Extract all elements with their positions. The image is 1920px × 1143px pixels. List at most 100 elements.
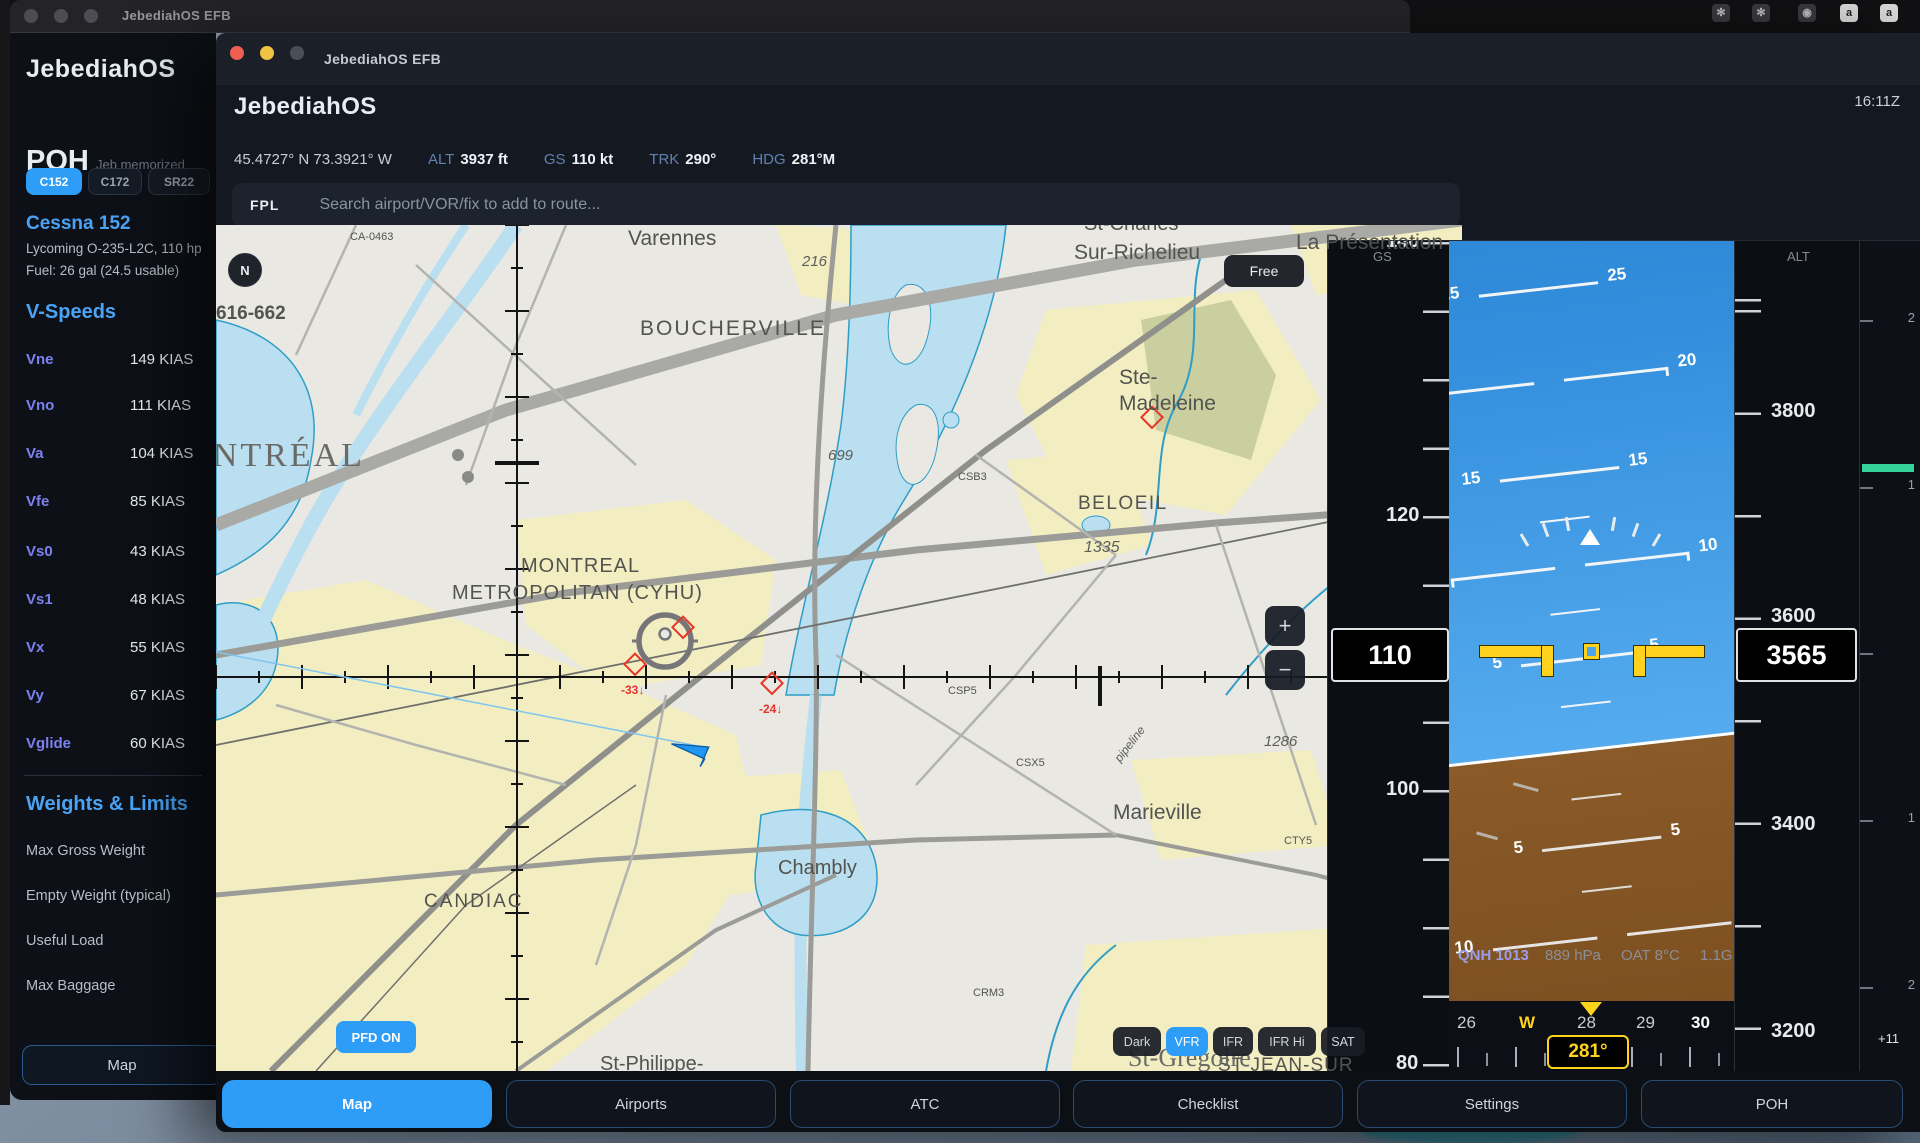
airspeed-tick-label: 80: [1396, 1052, 1418, 1072]
nav-atc[interactable]: ATC: [790, 1080, 1060, 1128]
altitude-tick-label: 3800: [1771, 400, 1816, 423]
vs-readout: +11: [1878, 1031, 1899, 1046]
vspeed-label: Vs1: [26, 591, 53, 608]
tab-sr22[interactable]: SR22: [148, 168, 210, 195]
pfd-toggle-button[interactable]: PFD ON: [336, 1021, 416, 1053]
map-label: Chambly: [778, 857, 857, 880]
oat: OAT 8°C: [1621, 947, 1680, 964]
nav-poh[interactable]: POH: [1641, 1080, 1903, 1128]
aircraft-name: Cessna 152: [26, 213, 131, 235]
alt-label: ALT: [1787, 249, 1810, 264]
map-waypoint: CSB3: [958, 471, 987, 483]
map-label: St-Charles: [1084, 225, 1178, 236]
map-elevation: 1286: [1264, 733, 1297, 750]
heading-readout: HDG281°M: [752, 151, 835, 168]
bank-pointer-icon: [1580, 529, 1600, 545]
map-style-ifr-hi[interactable]: IFR Hi: [1258, 1027, 1316, 1056]
map-style-ifr[interactable]: IFR: [1213, 1027, 1253, 1056]
vspeed-value: 85 KIAS: [130, 493, 185, 510]
map-waypoint: CRM3: [973, 987, 1004, 999]
vspeeds-heading: V-Speeds: [26, 301, 116, 324]
nav-airports[interactable]: Airports: [506, 1080, 776, 1128]
zulu-clock: 16:11Z: [1854, 93, 1900, 110]
app-title: JebediahOS: [234, 93, 377, 121]
north-up-button[interactable]: N: [228, 253, 262, 287]
browser-tab-icon[interactable]: ✻: [1752, 4, 1770, 22]
groundspeed-readout: GS110 kt: [544, 151, 613, 168]
map-style-dark[interactable]: Dark: [1113, 1027, 1161, 1056]
map-label: St-Philippe-: [600, 1053, 703, 1071]
minimize-icon[interactable]: [260, 46, 274, 60]
sidebar-map-button[interactable]: Map: [22, 1045, 216, 1085]
map-elevation: 699: [828, 447, 853, 464]
flight-plan-bar: FPL: [232, 183, 1460, 227]
map-label: La Présentation: [1296, 231, 1443, 255]
vspeed-label: Vs0: [26, 543, 53, 560]
browser-tab-icon[interactable]: a: [1880, 4, 1898, 22]
minimize-icon[interactable]: [54, 9, 68, 23]
weight-row: Max Gross Weight: [26, 843, 145, 859]
fpl-label: FPL: [250, 197, 279, 213]
close-icon[interactable]: [230, 46, 244, 60]
gray-dots: [452, 449, 474, 483]
map-label: Sur-Richelieu: [1074, 241, 1200, 265]
vertical-speed-tape: 2 1 1 2 +11: [1859, 241, 1920, 1072]
map-label: Marieville: [1113, 801, 1202, 825]
vspeed-value: 60 KIAS: [130, 735, 185, 752]
altitude-readout: 3565: [1736, 628, 1857, 682]
map-label: METROPOLITAN (CYHU): [452, 582, 703, 605]
map-label: BELOEIL: [1078, 493, 1168, 515]
tab-c172[interactable]: C172: [88, 168, 142, 195]
weight-row: Max Baggage: [26, 978, 115, 994]
heading-strip: 26 W 28 29 30 281°: [1449, 1001, 1734, 1072]
zoom-in-button[interactable]: +: [1265, 606, 1305, 646]
map-style-sat[interactable]: SAT: [1321, 1027, 1365, 1056]
aircraft-wing-right-leg: [1634, 646, 1645, 676]
pressure-hpa: 889 hPa: [1545, 947, 1601, 964]
background-window-title: JebediahOS EFB: [122, 8, 231, 23]
zoom-icon[interactable]: [290, 46, 304, 60]
tab-c152[interactable]: C152: [26, 168, 82, 195]
zoom-out-button[interactable]: −: [1265, 650, 1305, 690]
browser-tab-icon[interactable]: a: [1840, 4, 1858, 22]
map-label: Ste-Madeleine: [1119, 365, 1229, 418]
airspeed-readout: 110: [1331, 628, 1449, 682]
coordinates: 45.4727° N 73.3921° W: [234, 151, 392, 168]
vfr-chart-graphics: [216, 225, 1462, 1071]
desktop: JebediahOS EFB ✻ ✻ ◉ a a JebediahOS POH …: [0, 0, 1920, 1143]
map-style-vfr[interactable]: VFR: [1166, 1027, 1208, 1056]
aircraft-fuel: Fuel: 26 gal (24.5 usable): [26, 263, 216, 278]
background-window-titlebar[interactable]: JebediahOS EFB: [10, 0, 1410, 33]
airspeed-tick-label: 100: [1386, 778, 1419, 801]
nav-settings[interactable]: Settings: [1357, 1080, 1627, 1128]
aircraft-engine: Lycoming O-235-L2C, 110 hp: [26, 241, 216, 256]
background-terminal-window[interactable]: [0, 0, 10, 1105]
vspeed-value: 67 KIAS: [130, 687, 185, 704]
vfr-moving-map[interactable]: Varennes St-Charles Sur-Richelieu La Pré…: [216, 225, 1462, 1071]
airspeed-tick-label: 120: [1386, 504, 1419, 527]
zoom-icon[interactable]: [84, 9, 98, 23]
browser-tab-icon[interactable]: ✻: [1712, 4, 1730, 22]
close-icon[interactable]: [24, 9, 38, 23]
altitude-readout: ALT3937 ft: [428, 151, 508, 168]
route-search-input[interactable]: [317, 195, 1317, 215]
sky: [1449, 241, 1734, 801]
free-mode-button[interactable]: Free: [1224, 255, 1304, 287]
map-elevation: 1335: [1084, 539, 1120, 557]
vspeed-label: Va: [26, 445, 44, 462]
nav-map[interactable]: Map: [222, 1080, 492, 1128]
aircraft-center-icon: [1584, 644, 1599, 659]
vspeed-value: 55 KIAS: [130, 639, 185, 656]
traffic-label: -24↓: [759, 702, 782, 716]
heading-tick-label: W: [1519, 1013, 1535, 1033]
window-titlebar[interactable]: JebediahOS EFB: [216, 33, 1920, 85]
efb-main-window: JebediahOS EFB JebediahOS 16:11Z 45.4727…: [216, 33, 1920, 1132]
track-readout: TRK290°: [649, 151, 716, 168]
attitude-horizon: 25 25 20 20 15 15 10 10 5: [1449, 241, 1734, 1001]
nav-checklist[interactable]: Checklist: [1073, 1080, 1343, 1128]
vspeed-label: Vglide: [26, 735, 71, 752]
map-waypoint: CSP5: [948, 685, 977, 697]
browser-tab-icon[interactable]: ◉: [1798, 4, 1816, 22]
primary-flight-display: GS 140 120 100 80 110 25 25: [1327, 240, 1920, 1071]
vspeed-value: 111 KIAS: [130, 397, 191, 414]
